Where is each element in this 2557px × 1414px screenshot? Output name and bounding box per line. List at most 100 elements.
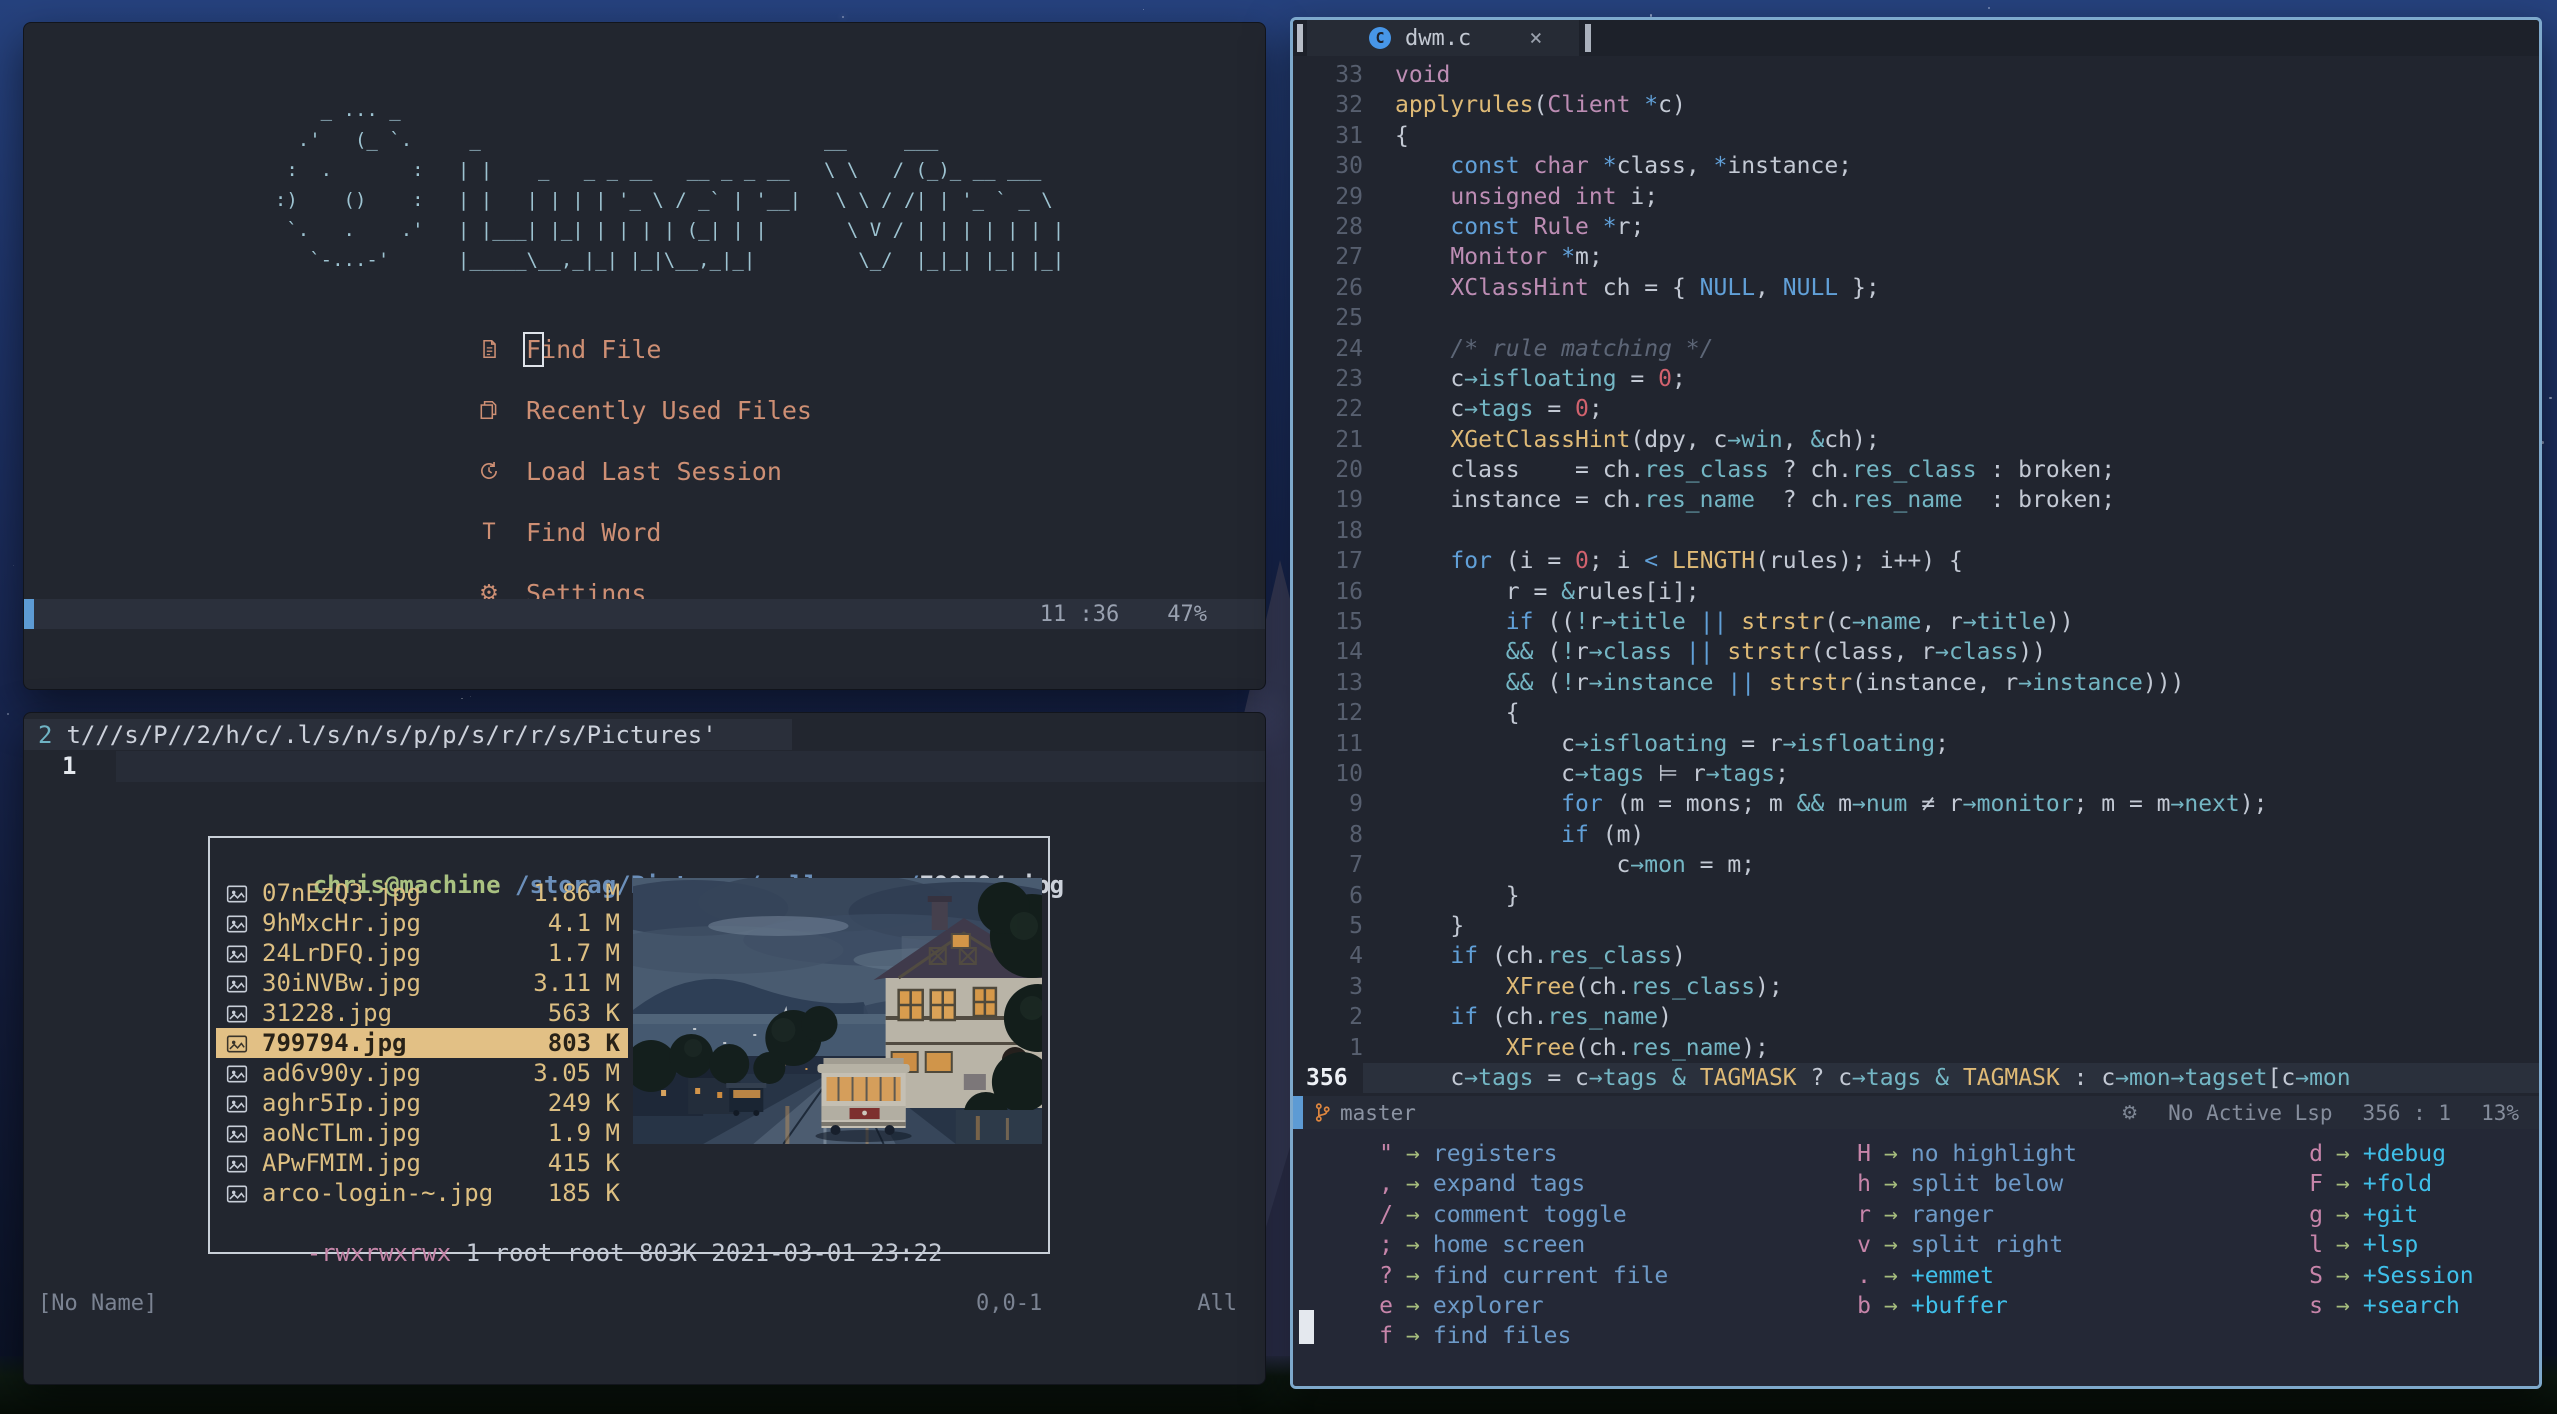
close-tab-icon[interactable]: × — [1529, 26, 1542, 51]
whichkey-label: home screen — [1432, 1232, 1586, 1259]
code-line: 30 const char *class, *instance; — [1335, 153, 1853, 180]
whichkey-binding: " → registers — [1363, 1139, 1668, 1169]
file-row[interactable]: APwFMIM.jpg 415 K — [216, 1148, 628, 1178]
file-row[interactable]: 30iNVBw.jpg 3.11 M — [216, 968, 628, 998]
arrow-right-icon: → — [1406, 1232, 1420, 1259]
arrow-right-icon: → — [1406, 1323, 1420, 1350]
editor-window-dwm[interactable]: C dwm.c × 33 void 32 applyrules(Client *c) 3… — [1290, 17, 2542, 1389]
whichkey-label: +buffer — [1910, 1292, 2008, 1319]
whichkey-binding: . → +emmet — [1841, 1261, 2077, 1291]
file-row[interactable]: aoNcTLm.jpg 1.9 M — [216, 1118, 628, 1148]
code-line: 22 c→tags = 0; — [1335, 396, 1603, 423]
whichkey-key: " — [1379, 1141, 1393, 1167]
whichkey-key: S — [2309, 1262, 2323, 1289]
scroll-indicator: All — [1197, 1291, 1237, 1316]
cursor-position-text: 11 :36 — [1039, 601, 1120, 627]
whichkey-column: H → no highlight h → split below r → ranger v → spl… — [1841, 1139, 2077, 1321]
whichkey-key: / — [1379, 1201, 1393, 1228]
scroll-percent-text: 13% — [2481, 1100, 2519, 1125]
whichkey-label: find files — [1432, 1323, 1572, 1350]
git-branch-icon — [1315, 1102, 1330, 1123]
file-row-selected[interactable]: 799794.jpg 803 K — [216, 1028, 628, 1058]
arrow-right-icon: → — [1884, 1201, 1898, 1228]
file-name: 07nEzQ3.jpg — [262, 879, 421, 907]
buffer-name: [No Name] — [38, 1291, 158, 1316]
whichkey-binding: e → explorer — [1363, 1291, 1668, 1321]
whichkey-binding: H → no highlight — [1841, 1139, 2077, 1169]
file-row[interactable]: 9hMxcHr.jpg 4.1 M — [216, 908, 628, 938]
tab-bar: C dwm.c × — [1293, 20, 2539, 56]
letter-t-icon: T — [482, 519, 496, 545]
whichkey-binding: , → expand tags — [1363, 1169, 1668, 1199]
file-row[interactable]: 24LrDFQ.jpg 1.7 M — [216, 938, 628, 968]
file-row[interactable]: 31228.jpg 563 K — [216, 998, 628, 1028]
code-line: 4 if (ch.res_class) — [1349, 943, 1686, 970]
file-row[interactable]: 07nEzQ3.jpg 1.86 M — [216, 878, 628, 908]
code-line-current: 356 c→tags = c→tags & TAGMASK ? c→tags &… — [1293, 1062, 2539, 1094]
whichkey-label: no highlight — [1910, 1141, 2078, 1167]
file-list: 07nEzQ3.jpg 1.86 M 9hMxcHr.jpg 4.1 M 24LrDFQ… — [216, 878, 628, 1208]
cursor-position-text: 356 : 1 — [2362, 1100, 2452, 1125]
whichkey-label: +Session — [2362, 1262, 2474, 1289]
file-size: 185 K — [547, 1179, 620, 1207]
code-area[interactable]: 33 void 32 applyrules(Client *c) 31{30 const… — [1293, 60, 2539, 1094]
tab-dwm-c[interactable]: C dwm.c × — [1307, 20, 1579, 56]
command-text: t///s/P//2/h/c/.l/s/n/s/p/p/s/r/r/s/Pict… — [66, 720, 717, 749]
whichkey-label: +emmet — [1910, 1262, 1994, 1289]
file-size: 563 K — [547, 999, 620, 1027]
whichkey-label: +git — [2362, 1201, 2419, 1228]
terminal-window-lunarvim-dashboard[interactable]: _ ... _ .' (_ `. _ __ ___ : . : | | _ _ … — [23, 22, 1266, 690]
whichkey-binding: l → +lsp — [2293, 1230, 2474, 1260]
code-line: 33 void — [1335, 62, 1451, 88]
whichkey-label: ranger — [1910, 1201, 1994, 1228]
terminal-window-file-manager[interactable]: 2 t///s/P//2/h/c/.l/s/n/s/p/p/s/r/r/s/Pic… — [23, 712, 1266, 1385]
image-file-icon — [226, 972, 250, 994]
whichkey-label: registers — [1432, 1141, 1558, 1167]
whichkey-key: d — [2309, 1141, 2323, 1167]
code-line: 1 XFree(ch.res_name); — [1349, 1034, 1769, 1061]
dashboard-menu-item-load-last-session[interactable]: Load Last Session — [476, 451, 782, 491]
file-size: 3.05 M — [533, 1059, 620, 1087]
file-name: 9hMxcHr.jpg — [262, 909, 421, 937]
file-name: arco-login-~.jpg — [262, 1179, 494, 1207]
scroll-percent-text: 47% — [1167, 601, 1207, 627]
image-file-icon — [226, 912, 250, 934]
whichkey-key: , — [1379, 1171, 1393, 1198]
dashboard-menu-item-recently-used-files[interactable]: Recently Used Files — [476, 390, 812, 430]
file-name: 24LrDFQ.jpg — [262, 939, 421, 967]
code-line: 3 XFree(ch.res_class); — [1349, 973, 1783, 1000]
code-line: 26 XClassHint ch = { NULL, NULL }; — [1335, 274, 1880, 301]
file-row[interactable]: aghr5Ip.jpg 249 K — [216, 1088, 628, 1118]
image-file-icon — [226, 1152, 250, 1174]
whichkey-column: d → +debug F → +fold g → +git l → +lsp S → +Session s → +… — [2293, 1139, 2474, 1321]
file-details-line: -rwxrwxrwx 1 root root 803K 2021-03-01 2… — [220, 1211, 943, 1295]
image-file-icon — [226, 942, 250, 964]
arrow-right-icon: → — [2336, 1201, 2350, 1228]
arrow-right-icon: → — [1884, 1171, 1898, 1198]
git-branch-name: master — [1340, 1100, 1416, 1125]
whichkey-label: split right — [1910, 1232, 2064, 1259]
file-row[interactable]: arco-login-~.jpg 185 K — [216, 1178, 628, 1208]
file-size: 1.7 M — [547, 939, 620, 967]
file-size: 415 K — [547, 1149, 620, 1177]
whichkey-label: split below — [1910, 1171, 2064, 1198]
menu-item-label: Find File — [522, 331, 662, 367]
file-row[interactable]: ad6v90y.jpg 3.05 M — [216, 1058, 628, 1088]
menu-item-label: Load Last Session — [526, 456, 782, 486]
command-line[interactable]: 2 t///s/P//2/h/c/.l/s/n/s/p/p/s/r/r/s/Pic… — [24, 719, 792, 750]
dashboard-menu-item-find-file[interactable]: Find File — [476, 329, 661, 369]
code-line: 12 { — [1335, 700, 1520, 727]
code-line: 6 } — [1349, 882, 1520, 909]
arrow-right-icon: → — [1406, 1292, 1420, 1319]
lsp-status-text: No Active Lsp — [2168, 1100, 2333, 1125]
whichkey-label: comment toggle — [1432, 1201, 1627, 1228]
whichkey-binding: r → ranger — [1841, 1200, 2077, 1230]
image-file-icon — [226, 1182, 250, 1204]
image-preview — [633, 878, 1042, 1144]
code-line: 17 for (i = 0; i < LENGTH(rules); i++) { — [1335, 548, 1963, 575]
file-name: 31228.jpg — [262, 999, 393, 1027]
arrow-right-icon: → — [2336, 1171, 2350, 1198]
image-file-icon — [226, 1092, 250, 1114]
whichkey-label: +debug — [2362, 1141, 2446, 1167]
dashboard-menu-item-find-word[interactable]: T Find Word — [476, 512, 661, 552]
